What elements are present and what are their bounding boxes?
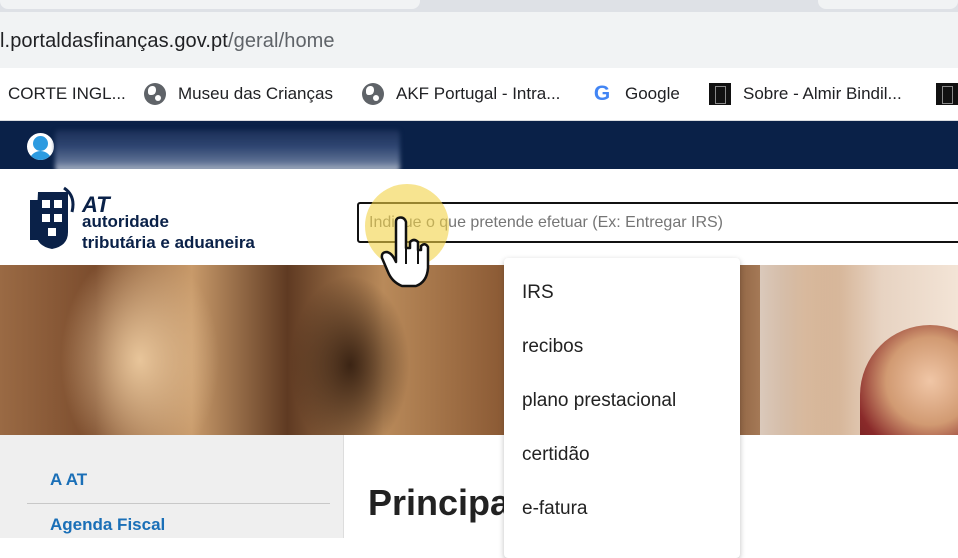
url-path: /geral/home — [227, 30, 335, 52]
suggestion-item-irs[interactable]: IRS — [522, 282, 554, 304]
bookmark-akf-portugal[interactable]: AKF Portugal - Intra... — [362, 82, 560, 106]
site-icon — [936, 83, 958, 105]
bookmark-overflow[interactable] — [936, 82, 958, 106]
at-emblem-icon — [30, 186, 75, 249]
sidebar-item-a-at[interactable]: A AT — [50, 470, 87, 490]
logo-text-line1[interactable]: autoridade — [82, 212, 169, 232]
suggestion-item-certidao[interactable]: certidão — [522, 444, 590, 466]
bookmark-label: Sobre - Almir Bindil... — [743, 84, 902, 103]
search-suggestions-dropdown: IRS recibos plano prestacional certidão … — [504, 258, 740, 558]
bookmark-museu-criancas[interactable]: Museu das Crianças — [144, 82, 333, 106]
bookmark-label: AKF Portugal - Intra... — [396, 84, 561, 103]
globe-icon — [144, 83, 166, 105]
url-host: l.portaldasfinanças.gov.pt — [0, 30, 228, 52]
bookmark-almir-bindil[interactable]: Sobre - Almir Bindil... — [709, 82, 902, 106]
url-text[interactable]: l.portaldasfinanças.gov.pt/geral/home — [0, 30, 335, 53]
globe-icon — [362, 83, 384, 105]
browser-tab[interactable] — [0, 0, 420, 9]
bookmark-corte-ingles[interactable]: CORTE INGL... — [8, 82, 126, 106]
suggestion-item-e-fatura[interactable]: e-fatura — [522, 498, 587, 520]
page-title: Principa — [368, 482, 511, 523]
hand-pointer-cursor-icon — [380, 216, 430, 288]
user-icon[interactable] — [27, 133, 54, 160]
bookmark-label: CORTE INGL... — [8, 84, 126, 103]
suggestion-item-plano-prestacional[interactable]: plano prestacional — [522, 390, 676, 412]
hero-banner — [0, 265, 958, 435]
sidebar-item-agenda-fiscal[interactable]: Agenda Fiscal — [50, 515, 165, 535]
bookmark-google[interactable]: G Google — [591, 82, 680, 106]
logo-text-line2[interactable]: tributária e aduaneira — [82, 233, 255, 253]
google-icon: G — [593, 82, 611, 105]
site-icon — [709, 83, 731, 105]
bookmark-label: Museu das Crianças — [178, 84, 333, 103]
redacted-user-name — [55, 130, 400, 172]
sidebar-divider — [27, 503, 330, 504]
suggestion-item-recibos[interactable]: recibos — [522, 336, 583, 358]
browser-tab[interactable] — [818, 0, 958, 9]
bookmark-label: Google — [625, 84, 680, 103]
